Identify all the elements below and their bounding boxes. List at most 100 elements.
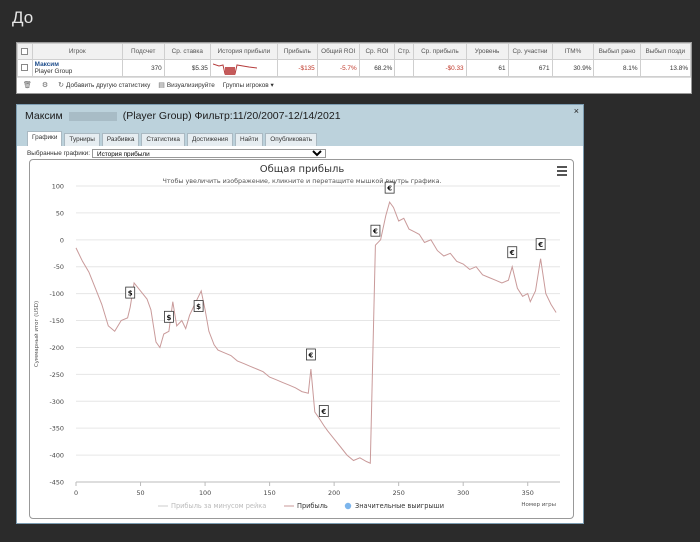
table-row[interactable]: Максим Player Group 370 $5.35 -$135 -5.7…	[17, 59, 692, 77]
big-win-symbol: $	[166, 314, 171, 322]
y-tick-label: -200	[49, 344, 64, 352]
x-tick-label: 350	[522, 489, 534, 497]
add-stat-label: Добавить другую статистику	[66, 81, 151, 89]
dialog-title-filter: (Player Group) Фильтр:11/20/2007-12/14/2…	[122, 110, 341, 122]
count-cell: 370	[121, 59, 165, 77]
trash-icon[interactable]: 🗑	[23, 81, 32, 89]
x-tick-label: 250	[393, 489, 405, 497]
total-roi-cell: -5.7%	[316, 59, 360, 77]
player-name-link[interactable]: Максим	[35, 61, 120, 68]
visualize-button[interactable]: ▤ Визуализируйте	[158, 81, 214, 89]
big-win-symbol: €	[372, 228, 378, 236]
profit-chart[interactable]: Общая прибыль Чтобы увеличить изображение…	[30, 160, 575, 520]
player-dialog: Максим (Player Group) Фильтр:11/20/2007-1…	[16, 104, 584, 524]
row-checkbox[interactable]	[17, 59, 33, 77]
x-tick-label: 50	[136, 489, 144, 497]
early-cell: 8.1%	[593, 59, 641, 77]
stats-table-panel: Игрок Подсчет Ср. ставка История прибыли…	[16, 42, 692, 94]
col-profit-history[interactable]: История прибыли	[209, 43, 278, 60]
y-tick-label: -400	[49, 452, 64, 460]
dialog-player-name: Максим	[25, 110, 63, 122]
x-tick-label: 200	[328, 489, 340, 497]
graph-selector-row: Выбранные графики: История прибыли	[27, 149, 327, 158]
tab-achievements[interactable]: Достижения	[186, 133, 234, 146]
hamburger-menu-icon[interactable]	[557, 166, 567, 178]
tab-statistics[interactable]: Статистика	[141, 133, 185, 146]
chart-frame[interactable]: Общая прибыль Чтобы увеличить изображение…	[29, 159, 574, 519]
big-win-symbol: €	[537, 241, 543, 249]
str-cell	[394, 59, 415, 77]
col-avg-stake[interactable]: Ср. ставка	[163, 43, 211, 60]
player-groups-dropdown[interactable]: Группы игроков ▾	[223, 81, 274, 89]
chart-icon: ▤	[158, 81, 165, 89]
big-win-symbol: €	[307, 351, 313, 359]
dialog-tabs: Графики Турниры Разбивка Статистика Дост…	[17, 129, 583, 146]
chart-subtitle: Чтобы увеличить изображение, кликните и …	[162, 177, 441, 185]
big-win-symbol: €	[386, 185, 392, 193]
col-str[interactable]: Стр.	[394, 43, 415, 60]
player-cell[interactable]: Максим Player Group	[31, 59, 123, 77]
avg-stake-cell: $5.35	[163, 59, 211, 77]
avg-roi-cell: 68.2%	[358, 59, 396, 77]
legend-bigwin-swatch	[344, 502, 352, 510]
y-tick-label: -250	[49, 371, 64, 379]
late-cell: 13.8%	[639, 59, 692, 77]
x-axis-label: Номер игры	[521, 502, 556, 508]
profit-sparkline	[212, 63, 257, 75]
col-itm[interactable]: ITM%	[551, 43, 595, 60]
col-profit[interactable]: Прибыль	[276, 43, 318, 60]
y-tick-label: -150	[49, 317, 64, 325]
x-tick-label: 300	[457, 489, 469, 497]
legend-bigwin-label: Значительные выигрыши	[355, 502, 444, 510]
graph-selector[interactable]: История прибыли	[92, 149, 327, 158]
y-tick-label: 50	[56, 209, 64, 217]
add-stat-button[interactable]: ↻ Добавить другую статистику	[58, 81, 150, 89]
y-tick-label: -350	[49, 425, 64, 433]
select-all-checkbox[interactable]	[17, 43, 33, 60]
chart-title: Общая прибыль	[260, 164, 345, 175]
avg-profit-cell: -$0.33	[413, 59, 467, 77]
player-group: Player Group	[34, 68, 73, 75]
y-axis-label: Суммарный итог (USD)	[33, 301, 40, 367]
col-player[interactable]: Игрок	[31, 43, 123, 60]
dialog-title: Максим (Player Group) Фильтр:11/20/2007-1…	[17, 105, 583, 129]
col-level[interactable]: Уровень	[465, 43, 509, 60]
col-avg-roi[interactable]: Ср. ROI	[358, 43, 396, 60]
big-win-symbol: $	[128, 290, 133, 298]
tab-breakdown[interactable]: Разбивка	[101, 133, 140, 146]
page-heading: До	[12, 8, 34, 27]
col-late[interactable]: Выбыл позди	[639, 43, 692, 60]
graph-selector-label: Выбранные графики:	[27, 150, 91, 157]
y-tick-label: 0	[60, 236, 64, 244]
tab-publish[interactable]: Опубликовать	[265, 133, 318, 146]
y-tick-label: -50	[54, 263, 64, 271]
y-tick-label: 100	[52, 183, 64, 191]
big-win-symbol: $	[196, 303, 201, 311]
tab-find[interactable]: Найти	[235, 133, 264, 146]
tab-tournaments[interactable]: Турниры	[64, 133, 100, 146]
visualize-label: Визуализируйте	[166, 81, 215, 89]
x-tick-label: 100	[199, 489, 211, 497]
col-early[interactable]: Выбыл рано	[593, 43, 641, 60]
chevron-down-icon: ▾	[270, 81, 274, 89]
big-win-symbol: €	[509, 249, 515, 257]
y-tick-label: -100	[49, 290, 64, 298]
avg-entrants-cell: 671	[507, 59, 553, 77]
stats-header-row: Игрок Подсчет Ср. ставка История прибыли…	[17, 43, 692, 60]
stats-table: Игрок Подсчет Ср. ставка История прибыли…	[17, 43, 692, 77]
x-tick-label: 150	[263, 489, 275, 497]
col-total-roi[interactable]: Общий ROI	[316, 43, 360, 60]
tab-graphs[interactable]: Графики	[27, 131, 63, 146]
redacted-block	[68, 111, 117, 121]
col-count[interactable]: Подсчет	[121, 43, 165, 60]
legend-profit-label: Прибыль	[297, 502, 328, 510]
y-tick-label: -450	[49, 479, 64, 487]
refresh-icon: ↻	[58, 81, 65, 89]
profit-history-cell	[209, 59, 278, 77]
settings-icon[interactable]: ⚙	[42, 81, 48, 89]
close-icon[interactable]: ×	[574, 106, 579, 116]
itm-cell: 30.9%	[551, 59, 595, 77]
big-win-symbol: €	[320, 408, 326, 416]
col-avg-profit[interactable]: Ср. прибыль	[413, 43, 467, 60]
col-avg-entrants[interactable]: Ср. участни	[507, 43, 553, 60]
